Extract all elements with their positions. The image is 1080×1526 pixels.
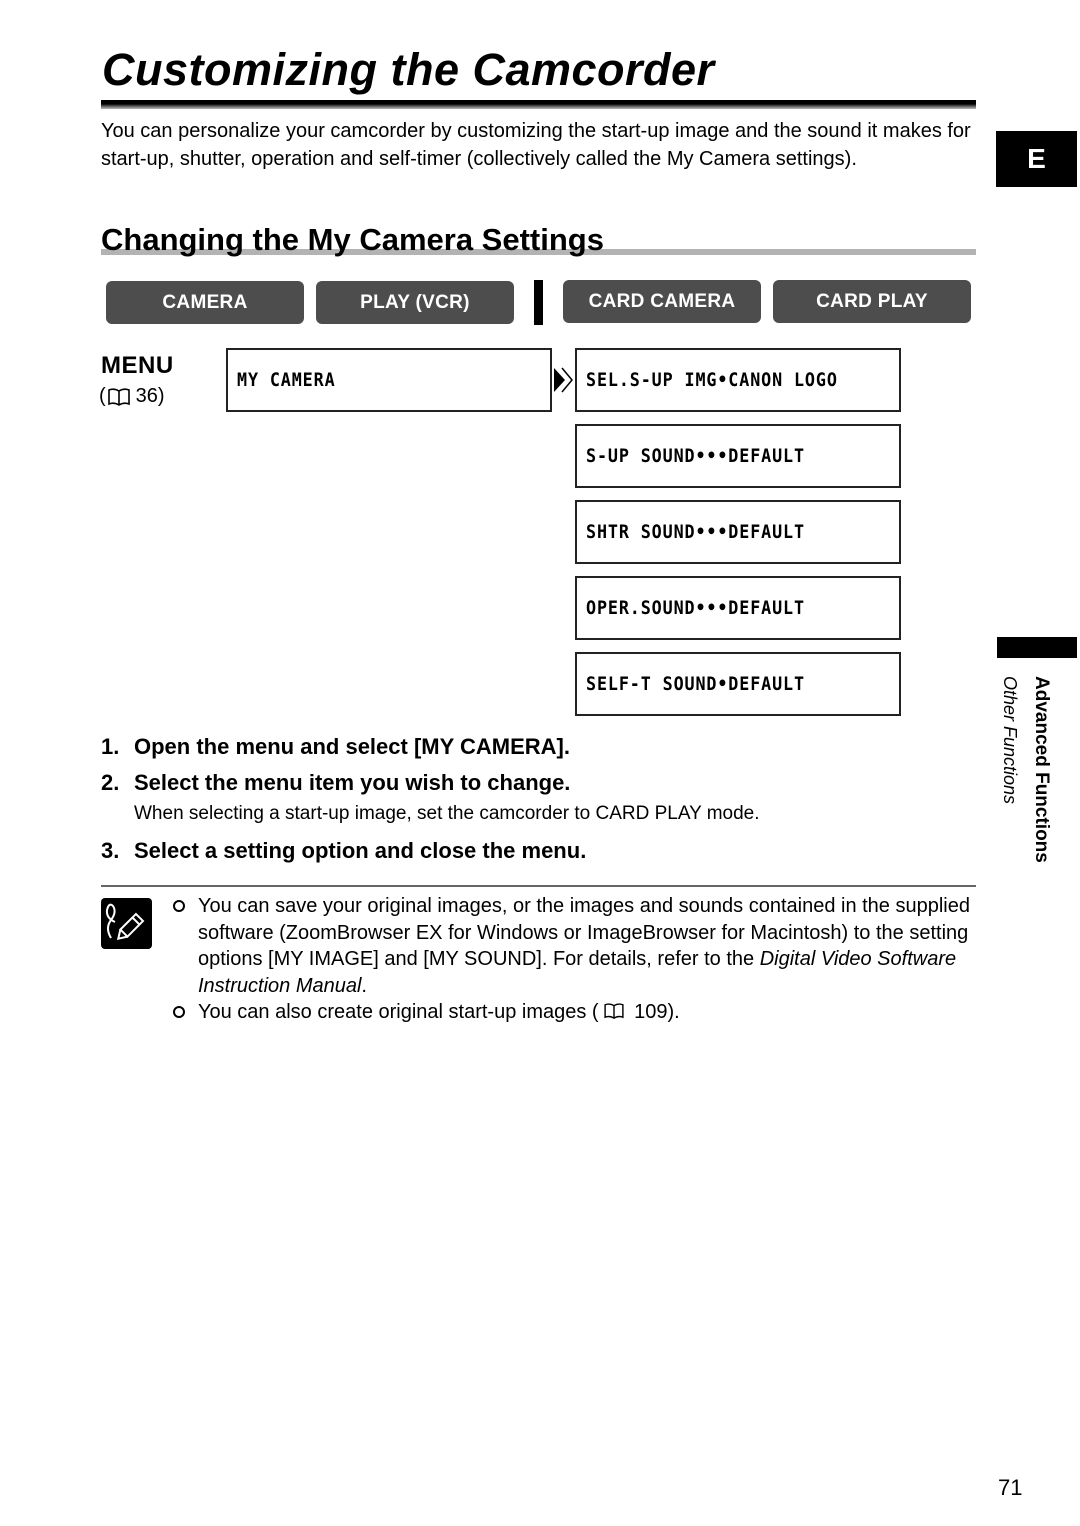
- step-1: 1. Open the menu and select [MY CAMERA].: [101, 733, 570, 761]
- option-operation-sound: OPER.SOUND•••DEFAULT: [575, 576, 901, 640]
- side-chapter: Advanced Functions: [1031, 676, 1052, 863]
- intro-paragraph: You can personalize your camcorder by cu…: [101, 120, 971, 170]
- note-page-ref: 109).: [628, 1001, 680, 1023]
- mode-card-play: CARD PLAY: [773, 280, 971, 323]
- step-number: 2.: [101, 770, 120, 795]
- step-number: 3.: [101, 838, 120, 863]
- page-title: Customizing the Camcorder: [102, 44, 715, 95]
- bullet-icon: [173, 1006, 185, 1018]
- option-startup-image: SEL.S-UP IMG•CANON LOGO: [575, 348, 901, 412]
- step-text: Select a setting option and close the me…: [134, 838, 587, 863]
- note-text: You can also create original start-up im…: [198, 1001, 599, 1023]
- language-tab: E: [996, 131, 1077, 187]
- bullet-icon: [173, 900, 185, 912]
- menu-page-reference: ( 36): [99, 383, 165, 409]
- menu-item-my-camera: MY CAMERA: [226, 348, 552, 412]
- option-label: SHTR SOUND•••DEFAULT: [586, 521, 805, 543]
- step-2-note: When selecting a start-up image, set the…: [134, 803, 760, 824]
- book-icon: [107, 388, 130, 406]
- mode-card-camera: CARD CAMERA: [563, 280, 761, 323]
- notes-divider: [101, 885, 976, 887]
- ref-open-paren: (: [99, 385, 106, 407]
- mode-divider: [534, 280, 543, 325]
- book-icon: [603, 1000, 625, 1019]
- note-item: You can save your original images, or th…: [172, 893, 977, 999]
- menu-label: MENU: [101, 352, 174, 379]
- menu-item-label: MY CAMERA: [237, 369, 336, 391]
- option-self-timer-sound: SELF-T SOUND•DEFAULT: [575, 652, 901, 716]
- note-item: You can also create original start-up im…: [172, 999, 977, 1026]
- note-text-end: .: [361, 974, 367, 997]
- ref-page: 36): [135, 385, 165, 407]
- step-2: 2. Select the menu item you wish to chang…: [101, 769, 570, 797]
- side-section-label: Advanced Functions Other Functions: [998, 676, 1058, 886]
- title-underline: [101, 100, 976, 109]
- option-label: S-UP SOUND•••DEFAULT: [586, 445, 805, 467]
- option-label: SELF-T SOUND•DEFAULT: [586, 673, 805, 695]
- side-tab-marker: [997, 637, 1077, 658]
- mode-camera: CAMERA: [106, 281, 304, 324]
- step-3: 3. Select a setting option and close the …: [101, 837, 586, 865]
- option-startup-sound: S-UP SOUND•••DEFAULT: [575, 424, 901, 488]
- page-number: 71: [998, 1475, 1023, 1500]
- step-text: Select the menu item you wish to change.: [134, 770, 571, 795]
- mode-play-vcr: PLAY (VCR): [316, 281, 514, 324]
- option-shutter-sound: SHTR SOUND•••DEFAULT: [575, 500, 901, 564]
- option-label: SEL.S-UP IMG•CANON LOGO: [586, 369, 838, 391]
- step-text: Open the menu and select [MY CAMERA].: [134, 734, 570, 759]
- arrow-right-icon: [552, 365, 574, 395]
- pencil-note-icon: [101, 898, 152, 949]
- notes-list: You can save your original images, or th…: [172, 893, 977, 1026]
- section-heading: Changing the My Camera Settings: [101, 222, 604, 257]
- option-label: OPER.SOUND•••DEFAULT: [586, 597, 805, 619]
- side-subchapter: Other Functions: [1000, 676, 1020, 805]
- step-number: 1.: [101, 734, 120, 759]
